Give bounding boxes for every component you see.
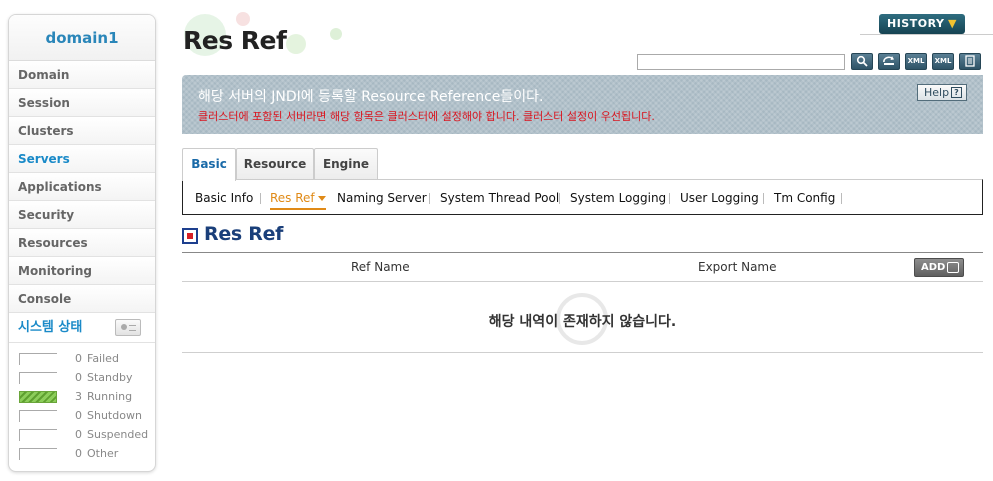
status-bar (19, 429, 57, 441)
subnav-separator (559, 193, 560, 204)
xml-upload-icon[interactable]: XML (905, 53, 927, 70)
table-header-row: Ref Name Export Name (182, 253, 983, 282)
column-header-ref-name: Ref Name (351, 260, 410, 274)
status-bar (19, 410, 57, 422)
system-status-title: 시스템 상태 (18, 320, 83, 335)
sidebar: domain1 Domain Session Clusters Servers … (8, 14, 156, 472)
empty-message: 해당 내역이 존재하지 않습니다. (488, 314, 677, 330)
subnav-basic-info[interactable]: Basic Info (195, 191, 253, 205)
search-icon[interactable] (851, 53, 873, 70)
status-row-running: 3 Running (9, 387, 155, 406)
status-count: 0 (75, 371, 82, 384)
sidebar-item-domain[interactable]: Domain (9, 61, 155, 89)
search-input[interactable] (637, 54, 845, 70)
column-header-export-name: Export Name (698, 260, 777, 274)
add-label: ADD (921, 262, 946, 273)
domain-title[interactable]: domain1 (9, 15, 155, 61)
help-button[interactable]: Help ? (917, 84, 967, 101)
xml-label: XML (907, 57, 925, 65)
status-count: 0 (75, 409, 82, 422)
chevron-down-icon[interactable] (318, 196, 326, 201)
status-bar-running (19, 391, 57, 403)
status-label: Running (87, 390, 133, 403)
subnav-tm-config[interactable]: Tm Config (774, 191, 835, 205)
tab-resource[interactable]: Resource (236, 148, 314, 180)
status-label: Standby (87, 371, 133, 384)
info-banner: 해당 서버의 JNDI에 등록할 Resource Reference들이다. … (182, 75, 983, 134)
system-status-header: 시스템 상태 (9, 313, 155, 343)
sidebar-item-clusters[interactable]: Clusters (9, 117, 155, 145)
status-label: Failed (87, 352, 119, 365)
sidebar-item-security[interactable]: Security (9, 201, 155, 229)
refresh-icon[interactable] (878, 53, 900, 70)
add-icon (947, 262, 959, 273)
status-monitor-icon[interactable] (115, 319, 141, 336)
status-count: 3 (75, 390, 82, 403)
subnav-separator (763, 193, 764, 204)
subnav-separator (429, 193, 430, 204)
status-label: Shutdown (87, 409, 142, 422)
sidebar-item-resources[interactable]: Resources (9, 229, 155, 257)
sidebar-item-session[interactable]: Session (9, 89, 155, 117)
section-flag-icon (182, 228, 198, 244)
export-icon[interactable] (959, 53, 981, 70)
active-subnav-underline (270, 208, 326, 210)
subnav-separator (260, 193, 261, 204)
table-bottom-border (182, 352, 983, 353)
decorative-circle (330, 28, 342, 40)
subnav-system-logging[interactable]: System Logging (570, 191, 666, 205)
decorative-circle (286, 34, 306, 54)
status-label: Other (87, 447, 119, 460)
sidebar-item-applications[interactable]: Applications (9, 173, 155, 201)
status-bar (19, 353, 57, 365)
subnav-system-thread-pool[interactable]: System Thread Pool (440, 191, 559, 205)
chevron-down-icon: ▼ (948, 17, 957, 30)
tab-basic[interactable]: Basic (182, 148, 236, 181)
status-count: 0 (75, 352, 82, 365)
xml-download-icon[interactable]: XML (932, 53, 954, 70)
subnav-res-ref[interactable]: Res Ref (270, 191, 315, 205)
subnav-naming-server[interactable]: Naming Server (337, 191, 427, 205)
status-row-standby: 0 Standby (9, 368, 155, 387)
status-count: 0 (75, 428, 82, 441)
banner-description: 해당 서버의 JNDI에 등록할 Resource Reference들이다. (198, 89, 544, 105)
sidebar-item-monitoring[interactable]: Monitoring (9, 257, 155, 285)
help-label: Help (924, 86, 950, 99)
status-bar (19, 448, 57, 460)
status-row-failed: 0 Failed (9, 349, 155, 368)
tab-engine[interactable]: Engine (314, 148, 378, 180)
history-button[interactable]: HISTORY ▼ (879, 14, 965, 34)
status-count: 0 (75, 447, 82, 460)
subnav-separator (669, 193, 670, 204)
decorative-circle (236, 12, 250, 26)
history-label: HISTORY (887, 17, 945, 30)
status-bar (19, 372, 57, 384)
sidebar-item-servers[interactable]: Servers (9, 145, 155, 173)
help-icon: ? (951, 87, 962, 98)
subnav-separator (841, 193, 842, 204)
page-title: Res Ref (183, 26, 287, 55)
header-divider (860, 34, 993, 35)
status-row-other: 0 Other (9, 444, 155, 463)
system-status-list: 0 Failed 0 Standby 3 Running 0 Shutdown … (9, 343, 155, 463)
add-button[interactable]: ADD (914, 258, 964, 277)
section-title: Res Ref (204, 223, 284, 245)
banner-warning: 클러스터에 포함된 서버라면 해당 항목은 클러스터에 설정해야 합니다. 클러… (198, 110, 655, 123)
status-label: Suspended (87, 428, 149, 441)
sidebar-item-console[interactable]: Console (9, 285, 155, 313)
status-row-suspended: 0 Suspended (9, 425, 155, 444)
xml-label: XML (934, 57, 952, 65)
subnav-user-logging[interactable]: User Logging (680, 191, 759, 205)
status-row-shutdown: 0 Shutdown (9, 406, 155, 425)
